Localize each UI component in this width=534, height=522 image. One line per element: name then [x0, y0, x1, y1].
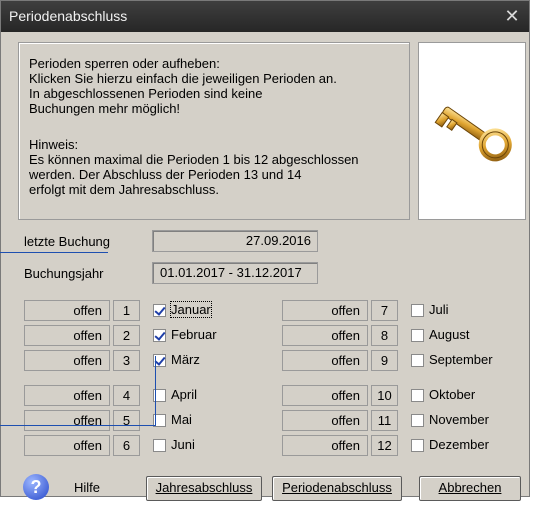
help-label[interactable]: Hilfe: [74, 480, 100, 495]
period-11-status: offen: [282, 410, 368, 431]
title-bar[interactable]: Periodenabschluss ✕: [1, 1, 529, 32]
booking-year-value: 01.01.2017 - 31.12.2017: [160, 265, 302, 280]
cancel-button[interactable]: Abbrechen: [419, 476, 521, 501]
period-1-status: offen: [24, 300, 110, 321]
period-3-month[interactable]: März: [171, 352, 200, 367]
booking-year-label: Buchungsjahr: [24, 266, 104, 281]
period-3-number: 3: [113, 350, 140, 371]
period-end-button-label: Periodenabschluss: [282, 480, 392, 495]
period-end-button[interactable]: Periodenabschluss: [272, 476, 402, 501]
period-7-status: offen: [282, 300, 368, 321]
last-booking-field: 27.09.2016: [152, 230, 318, 252]
info-hint-text: Hinweis: Es können maximal die Perioden …: [29, 137, 359, 197]
year-end-button-label: Jahresabschluss: [155, 480, 253, 495]
period-12-checkbox[interactable]: [411, 439, 424, 452]
period-10-checkbox[interactable]: [411, 389, 424, 402]
period-8-month[interactable]: August: [429, 327, 469, 342]
period-closing-dialog: Periodenabschluss ✕ Perioden sperren ode…: [0, 0, 530, 501]
close-icon[interactable]: ✕: [501, 6, 523, 26]
period-4-month[interactable]: April: [171, 387, 197, 402]
period-12-number: 12: [371, 435, 398, 456]
period-9-month[interactable]: September: [429, 352, 493, 367]
period-4-number: 4: [113, 385, 140, 406]
period-10-month[interactable]: Oktober: [429, 387, 475, 402]
booking-year-field: 01.01.2017 - 31.12.2017: [152, 262, 318, 284]
period-7-checkbox[interactable]: [411, 304, 424, 317]
period-6-month[interactable]: Juni: [171, 437, 195, 452]
period-11-number: 11: [371, 410, 398, 431]
period-7-month[interactable]: Juli: [429, 302, 449, 317]
period-2-checkbox[interactable]: [153, 329, 166, 342]
period-12-month[interactable]: Dezember: [429, 437, 489, 452]
period-8-status: offen: [282, 325, 368, 346]
period-6-number: 6: [113, 435, 140, 456]
callout-line-vertical: [155, 356, 156, 426]
info-panel: Perioden sperren oder aufheben: Klicken …: [18, 42, 410, 220]
year-end-button[interactable]: Jahresabschluss: [146, 476, 262, 501]
key-image: [418, 42, 526, 220]
period-5-number: 5: [113, 410, 140, 431]
period-9-status: offen: [282, 350, 368, 371]
period-11-month[interactable]: November: [429, 412, 489, 427]
window-title: Periodenabschluss: [9, 8, 128, 24]
period-6-checkbox[interactable]: [153, 439, 166, 452]
period-2-number: 2: [113, 325, 140, 346]
period-5-month[interactable]: Mai: [171, 412, 192, 427]
period-1-month[interactable]: Januar: [170, 301, 212, 318]
period-2-month[interactable]: Februar: [171, 327, 217, 342]
period-10-number: 10: [371, 385, 398, 406]
period-12-status: offen: [282, 435, 368, 456]
period-10-status: offen: [282, 385, 368, 406]
period-6-status: offen: [24, 435, 110, 456]
key-icon: [434, 106, 512, 162]
period-1-number: 1: [113, 300, 140, 321]
period-8-checkbox[interactable]: [411, 329, 424, 342]
callout-line-booking: [0, 252, 108, 253]
period-3-status: offen: [24, 350, 110, 371]
period-7-number: 7: [371, 300, 398, 321]
period-8-number: 8: [371, 325, 398, 346]
period-1-checkbox[interactable]: [153, 304, 166, 317]
info-intro-text: Perioden sperren oder aufheben: Klicken …: [29, 56, 337, 116]
period-2-status: offen: [24, 325, 110, 346]
period-11-checkbox[interactable]: [411, 414, 424, 427]
last-booking-value: 27.09.2016: [245, 233, 311, 248]
period-9-checkbox[interactable]: [411, 354, 424, 367]
period-5-status: offen: [24, 410, 110, 431]
cancel-button-label: Abbrechen: [438, 480, 502, 495]
period-4-status: offen: [24, 385, 110, 406]
last-booking-label: letzte Buchung: [24, 234, 111, 249]
period-9-number: 9: [371, 350, 398, 371]
callout-line-period: [0, 425, 156, 426]
help-icon[interactable]: ?: [23, 474, 49, 500]
